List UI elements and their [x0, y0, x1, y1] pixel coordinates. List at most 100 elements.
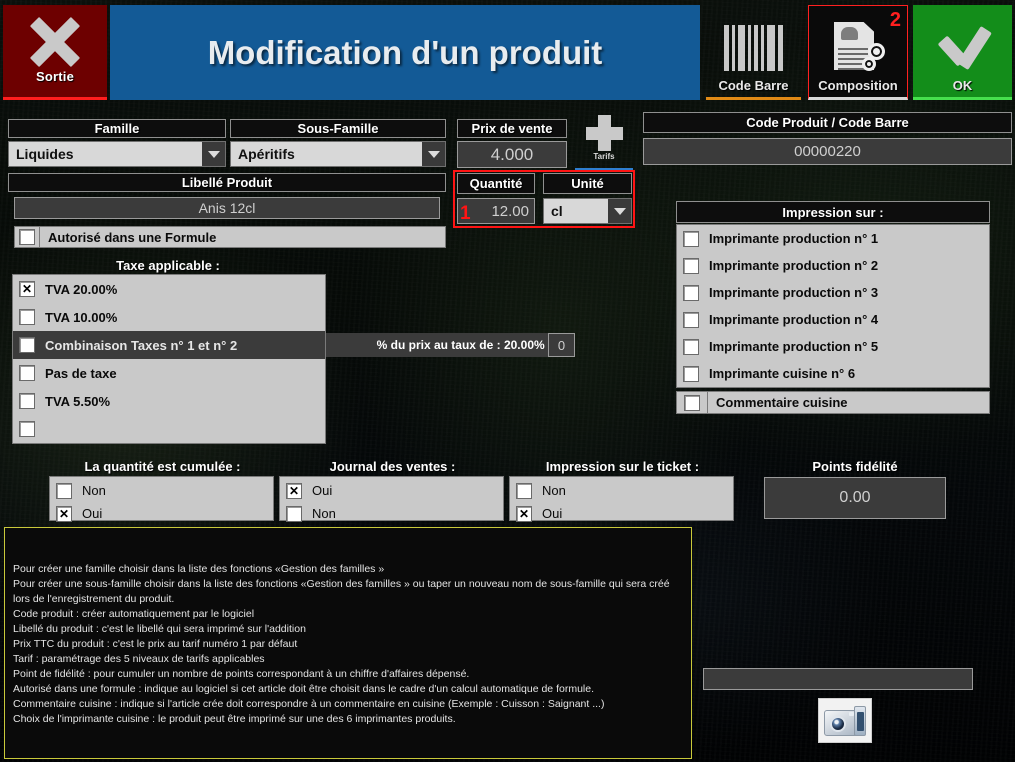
- taxe-option-checkbox[interactable]: [19, 365, 35, 381]
- option-row[interactable]: Non: [510, 479, 733, 502]
- imprimante-option-checkbox[interactable]: [683, 311, 699, 328]
- camera-button[interactable]: [818, 698, 872, 743]
- option-checkbox[interactable]: [56, 505, 72, 522]
- imprimante-option-label: Imprimante production n° 3: [709, 285, 879, 300]
- taxe-option-checkbox[interactable]: [19, 393, 35, 409]
- impression-sur-title: Impression sur :: [676, 201, 990, 223]
- imprimante-option-checkbox[interactable]: [683, 284, 699, 301]
- option-row[interactable]: Oui: [50, 502, 273, 525]
- taxe-applicable-panel: TVA 20.00% TVA 10.00% Combinaison Taxes n°…: [12, 274, 326, 444]
- imprimante-option-label: Imprimante production n° 5: [709, 339, 879, 354]
- quantite-cumulee-group: Non Oui: [49, 476, 274, 522]
- chevron-down-icon[interactable]: [608, 199, 631, 223]
- impression-ticket-title: Impression sur le ticket :: [545, 458, 700, 474]
- prix-de-vente-label: Prix de vente: [457, 119, 567, 138]
- libelle-produit-input[interactable]: Anis 12cl: [14, 197, 440, 219]
- window-title-bar: Modification d'un produit: [110, 5, 700, 100]
- help-text-line: Point de fidélité : pour cumuler un nomb…: [13, 668, 470, 680]
- taxe-option-checkbox[interactable]: [19, 309, 35, 325]
- composition-button[interactable]: 2 Composition: [808, 5, 908, 100]
- help-text-line: Pour créer une famille choisir dans la l…: [13, 563, 385, 575]
- imprimante-option-checkbox[interactable]: [683, 230, 699, 247]
- sous-famille-label: Sous-Famille: [230, 119, 446, 138]
- taxe-option-row[interactable]: Combinaison Taxes n° 1 et n° 2: [13, 331, 325, 359]
- points-fidelite-input[interactable]: 0.00: [764, 477, 946, 519]
- taxe-option-checkbox[interactable]: [19, 421, 35, 437]
- imprimante-option-row[interactable]: Imprimante production n° 3: [677, 279, 989, 306]
- option-row[interactable]: Non: [280, 502, 503, 525]
- option-checkbox[interactable]: [286, 505, 302, 522]
- combinaison-taux-input[interactable]: 0: [548, 333, 575, 357]
- imprimante-option-label: Imprimante production n° 4: [709, 312, 879, 327]
- plus-icon: [584, 115, 624, 151]
- journal-ventes-title: Journal des ventes :: [329, 458, 456, 474]
- option-checkbox[interactable]: [286, 482, 302, 499]
- imprimante-option-row[interactable]: Imprimante cuisine n° 6: [677, 360, 989, 387]
- imprimante-option-row[interactable]: Imprimante production n° 2: [677, 252, 989, 279]
- close-icon: [29, 19, 81, 65]
- imprimante-option-row[interactable]: Imprimante production n° 4: [677, 306, 989, 333]
- barcode-button[interactable]: Code Barre: [706, 5, 801, 100]
- sous-famille-select[interactable]: Apéritifs: [230, 141, 446, 167]
- taxe-option-row[interactable]: [13, 415, 325, 443]
- commentaire-cuisine-row[interactable]: Commentaire cuisine: [676, 391, 990, 414]
- autorise-formule-checkbox[interactable]: [19, 229, 35, 245]
- imprimante-option-label: Imprimante production n° 2: [709, 258, 879, 273]
- composition-document-icon: [830, 22, 886, 72]
- prix-de-vente-input[interactable]: 4.000: [457, 141, 567, 168]
- taxe-option-checkbox[interactable]: [19, 281, 35, 297]
- help-text-line: Commentaire cuisine : indique si l'artic…: [13, 698, 605, 710]
- impression-ticket-group: Non Oui: [509, 476, 734, 522]
- window-toolbar: Sortie Modification d'un produit Code Ba…: [0, 0, 1015, 102]
- option-checkbox[interactable]: [56, 482, 72, 499]
- imprimante-option-checkbox[interactable]: [683, 338, 699, 355]
- taxe-option-label: TVA 10.00%: [45, 309, 118, 325]
- unite-select[interactable]: cl: [543, 198, 632, 224]
- taxe-option-row[interactable]: TVA 10.00%: [13, 303, 325, 331]
- code-produit-label: Code Produit / Code Barre: [643, 112, 1012, 133]
- composition-button-label: Composition: [818, 78, 898, 93]
- sous-famille-value: Apéritifs: [238, 146, 295, 162]
- exit-button[interactable]: Sortie: [3, 5, 107, 100]
- imprimante-option-label: Imprimante cuisine n° 6: [709, 366, 856, 381]
- impression-sur-panel: Imprimante production n° 1 Imprimante pro…: [676, 224, 990, 388]
- photo-path-input[interactable]: [703, 668, 973, 690]
- option-row[interactable]: Oui: [510, 502, 733, 525]
- quantite-cumulee-title: La quantité est cumulée :: [84, 458, 241, 474]
- taxe-option-row[interactable]: Pas de taxe: [13, 359, 325, 387]
- famille-select[interactable]: Liquides: [8, 141, 226, 167]
- ok-button[interactable]: OK: [913, 5, 1012, 100]
- taxe-option-row[interactable]: TVA 5.50%: [13, 387, 325, 415]
- commentaire-cuisine-checkbox-cell[interactable]: [676, 391, 708, 414]
- help-text-line: Code produit : créer automatiquement par…: [13, 608, 255, 620]
- option-row[interactable]: Non: [50, 479, 273, 502]
- tarifs-button-label: Tarifs: [593, 152, 615, 161]
- help-text-line: Pour créer une sous-famille choisir dans…: [13, 578, 670, 605]
- barcode-icon: [724, 25, 783, 71]
- option-checkbox[interactable]: [516, 482, 532, 499]
- option-label: Oui: [542, 506, 563, 521]
- imprimante-option-checkbox[interactable]: [683, 365, 699, 382]
- help-text-panel: Pour créer une famille choisir dans la l…: [4, 527, 692, 759]
- help-text-line: Choix de l'imprimante cuisine : le produ…: [13, 713, 456, 725]
- commentaire-cuisine-checkbox[interactable]: [684, 394, 700, 411]
- imprimante-option-checkbox[interactable]: [683, 257, 699, 274]
- option-label: Oui: [82, 506, 103, 521]
- help-text-line: Prix TTC du produit : c'est le prix au t…: [13, 638, 298, 650]
- taxe-option-row[interactable]: TVA 20.00%: [13, 275, 325, 303]
- code-produit-input[interactable]: 00000220: [643, 138, 1012, 165]
- autorise-formule-checkbox-cell[interactable]: [14, 226, 40, 248]
- chevron-down-icon[interactable]: [422, 142, 445, 166]
- option-checkbox[interactable]: [516, 505, 532, 522]
- page-title: Modification d'un produit: [207, 33, 603, 71]
- option-label: Oui: [312, 483, 333, 498]
- imprimante-option-row[interactable]: Imprimante production n° 1: [677, 225, 989, 252]
- imprimante-option-row[interactable]: Imprimante production n° 5: [677, 333, 989, 360]
- tarifs-button[interactable]: Tarifs: [575, 114, 633, 171]
- help-text-line: Tarif : paramétrage des 5 niveaux de tar…: [13, 653, 265, 665]
- taxe-option-checkbox[interactable]: [19, 337, 35, 353]
- option-row[interactable]: Oui: [280, 479, 503, 502]
- imprimante-option-label: Imprimante production n° 1: [709, 231, 879, 246]
- autorise-formule-row[interactable]: Autorisé dans une Formule: [14, 226, 446, 248]
- chevron-down-icon[interactable]: [202, 142, 225, 166]
